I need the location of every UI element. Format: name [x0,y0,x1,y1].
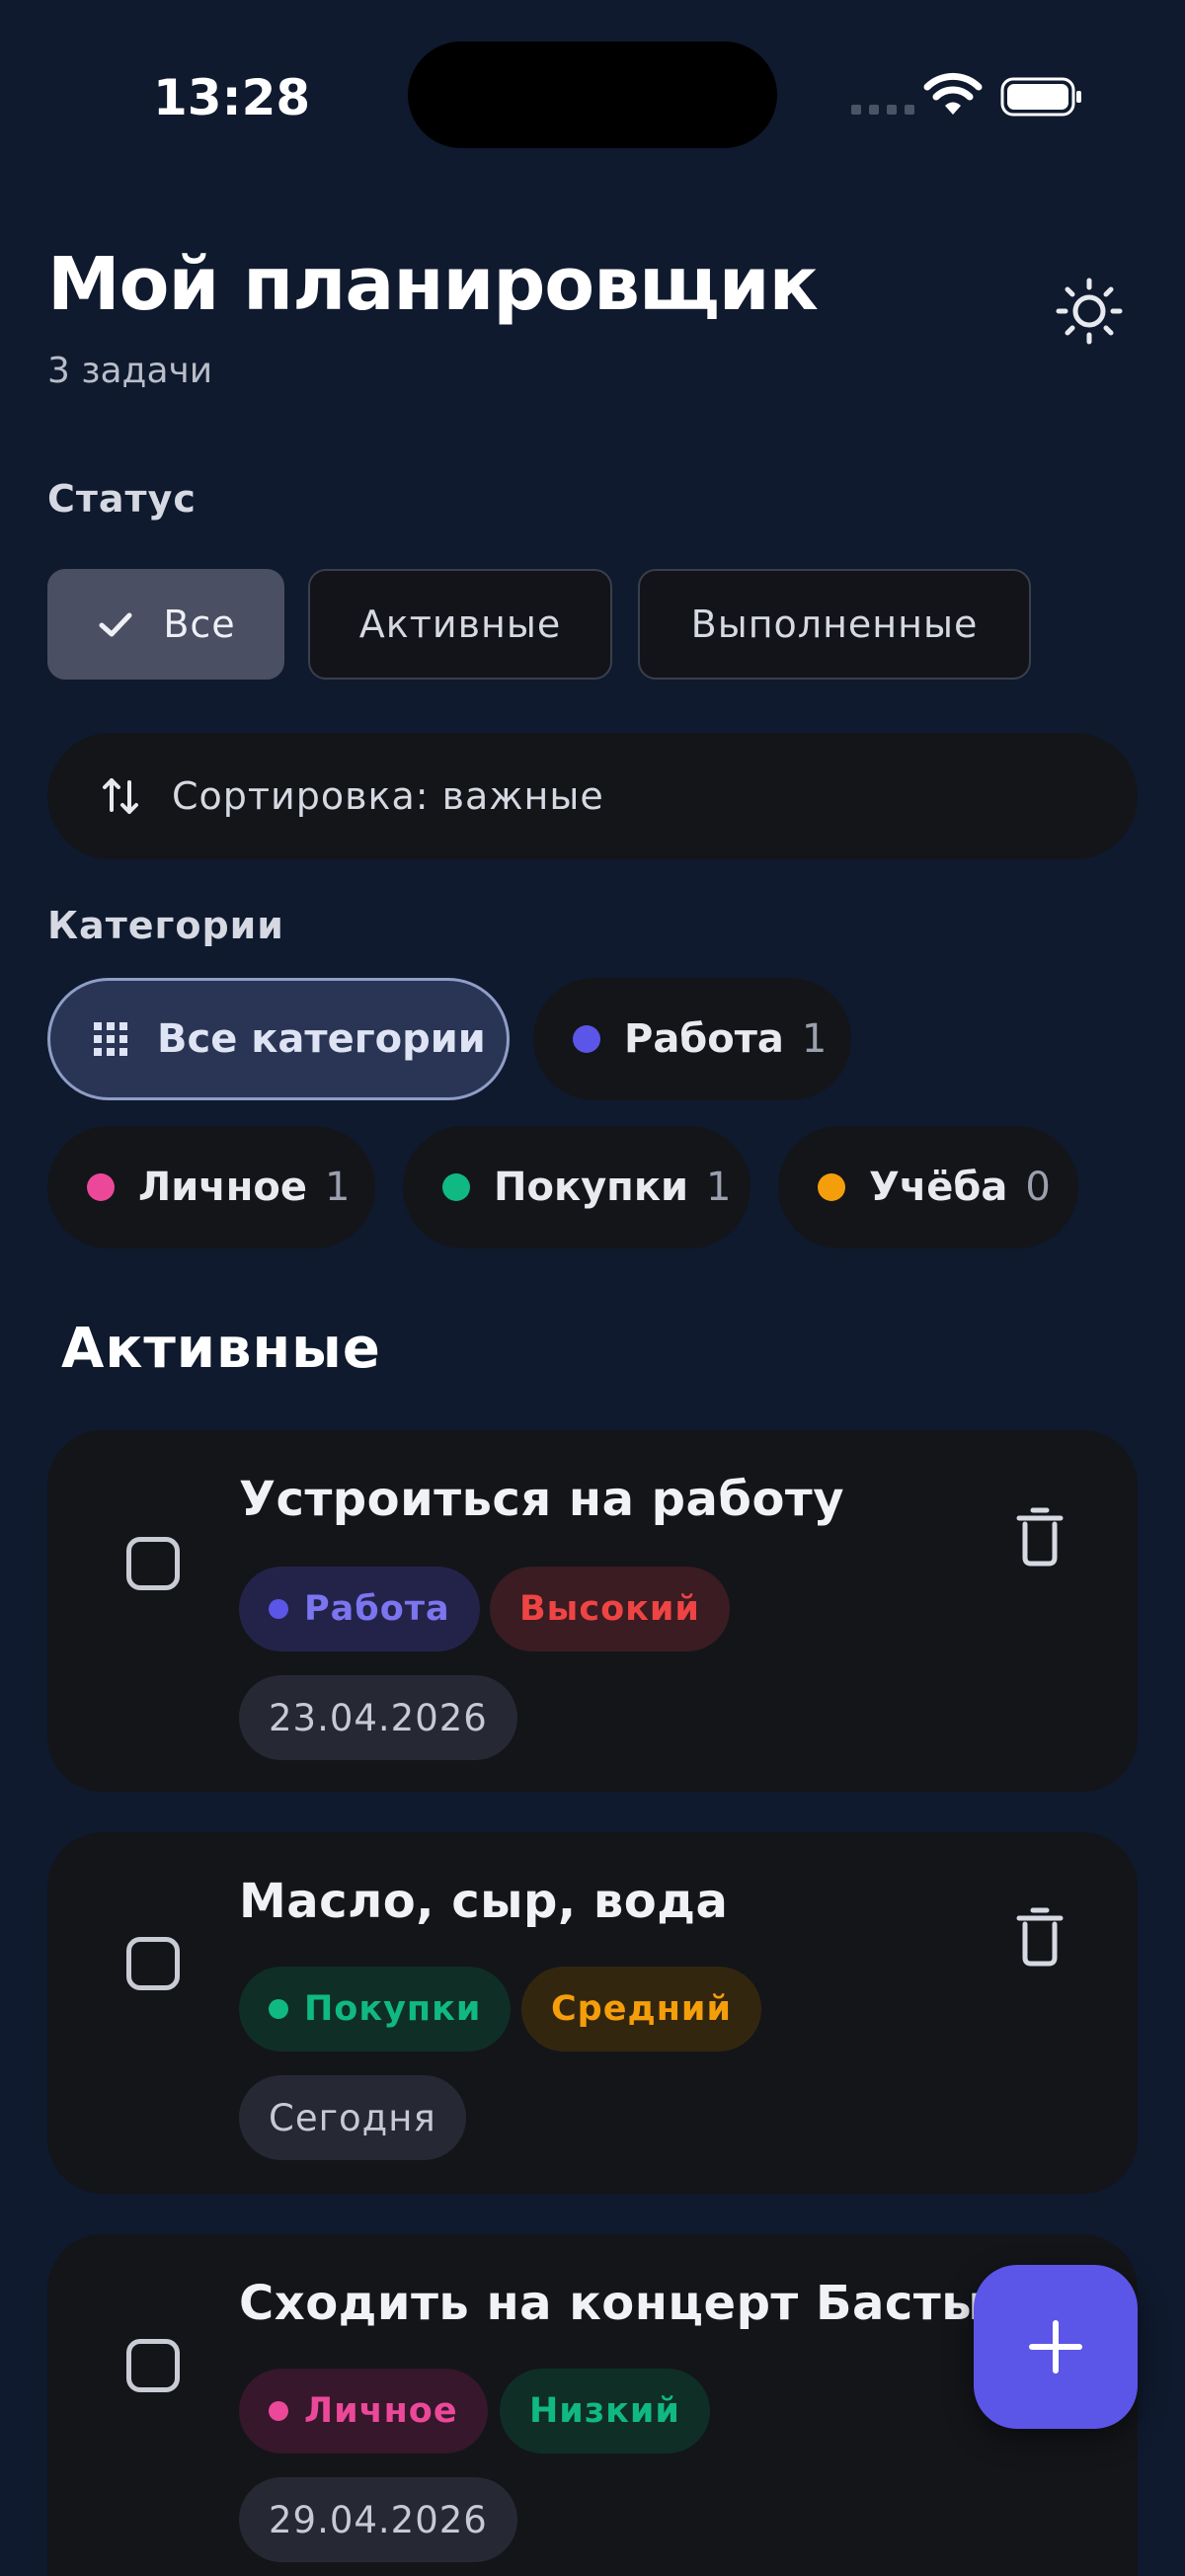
category-pill-work[interactable]: Работа 1 [533,978,851,1100]
categories-label: Категории [47,904,284,947]
category-count: 1 [801,1016,828,1062]
status-label: Статус [47,477,197,521]
page-title: Мой планировщик [47,242,819,327]
task-card[interactable]: Масло, сыр, вода Покупки Средний Сегодня [47,1832,1138,2194]
add-task-button[interactable] [974,2265,1138,2429]
status-chip-label: Все [163,603,236,646]
clock: 13:28 [153,69,311,126]
status-chip-all[interactable]: Все [47,569,284,680]
checkmark-icon [99,612,132,637]
category-dot [269,1999,288,2019]
category-label: Покупки [494,1165,688,1210]
trash-icon[interactable] [1015,1906,1065,1968]
sort-arrows-icon [103,778,138,814]
task-category: Личное [304,2391,458,2431]
category-dot [269,2401,288,2421]
category-dot [442,1173,470,1201]
task-category: Покупки [304,1989,482,2029]
category-pill-personal[interactable]: Личное 1 [47,1126,375,1248]
task-category-tag: Личное [239,2369,488,2454]
category-pill-shopping[interactable]: Покупки 1 [403,1126,750,1248]
task-count: 3 задачи [47,351,213,391]
task-priority: Средний [551,1989,732,2029]
task-card[interactable]: Сходить на концерт Басты Личное Низкий 2… [47,2234,1138,2576]
task-date: Сегодня [269,2096,436,2139]
category-dot [818,1173,845,1201]
app-screen: 13:28 Мой планировщик 3 задачи Статус Вс… [0,0,1185,2576]
plus-icon [1029,2320,1082,2374]
task-date-tag: 23.04.2026 [239,1675,517,1760]
task-priority: Высокий [519,1589,700,1629]
task-priority-tag: Средний [521,1967,761,2052]
status-chip-label: Активные [358,603,562,646]
category-pill-study[interactable]: Учёба 0 [778,1126,1078,1248]
grid-icon [94,1022,127,1056]
task-title: Устроиться на работу [239,1472,845,1527]
task-date: 23.04.2026 [269,1696,488,1739]
category-count: 1 [706,1165,732,1210]
task-priority: Низкий [529,2391,680,2431]
status-chip-done[interactable]: Выполненные [638,569,1031,680]
battery-icon [1000,77,1081,117]
task-priority-tag: Высокий [490,1567,730,1651]
status-chip-label: Выполненные [690,603,979,646]
task-card[interactable]: Устроиться на работу Работа Высокий 23.0… [47,1430,1138,1792]
task-checkbox[interactable] [126,2339,180,2392]
category-label: Личное [138,1165,307,1210]
task-title: Масло, сыр, вода [239,1874,729,1929]
status-chip-active[interactable]: Активные [308,569,612,680]
trash-icon[interactable] [1015,1506,1065,1568]
category-label: Учёба [869,1165,1008,1210]
wifi-icon [923,72,983,115]
category-pill-all[interactable]: Все категории [47,978,510,1100]
task-date-tag: Сегодня [239,2075,466,2160]
category-label: Работа [624,1016,784,1062]
category-count: 0 [1025,1165,1051,1210]
section-heading-active: Активные [61,1317,381,1381]
task-title: Сходить на концерт Басты [239,2276,986,2331]
task-category-tag: Работа [239,1567,480,1651]
sort-label: Сортировка: важные [172,774,604,818]
dynamic-island [408,41,777,148]
task-date: 29.04.2026 [269,2498,488,2541]
sun-icon[interactable] [1055,277,1124,346]
task-checkbox[interactable] [126,1937,180,1990]
category-dot [573,1025,600,1053]
status-bar: 13:28 [0,0,1185,198]
category-label: Все категории [157,1016,486,1062]
task-category-tag: Покупки [239,1967,512,2052]
cellular-signal-icon [851,105,914,115]
sort-button[interactable]: Сортировка: важные [47,733,1138,859]
category-dot [87,1173,115,1201]
category-count: 1 [324,1165,351,1210]
category-dot [269,1599,288,1619]
task-priority-tag: Низкий [500,2369,710,2454]
task-date-tag: 29.04.2026 [239,2477,517,2562]
task-checkbox[interactable] [126,1537,180,1590]
task-category: Работа [304,1589,450,1629]
